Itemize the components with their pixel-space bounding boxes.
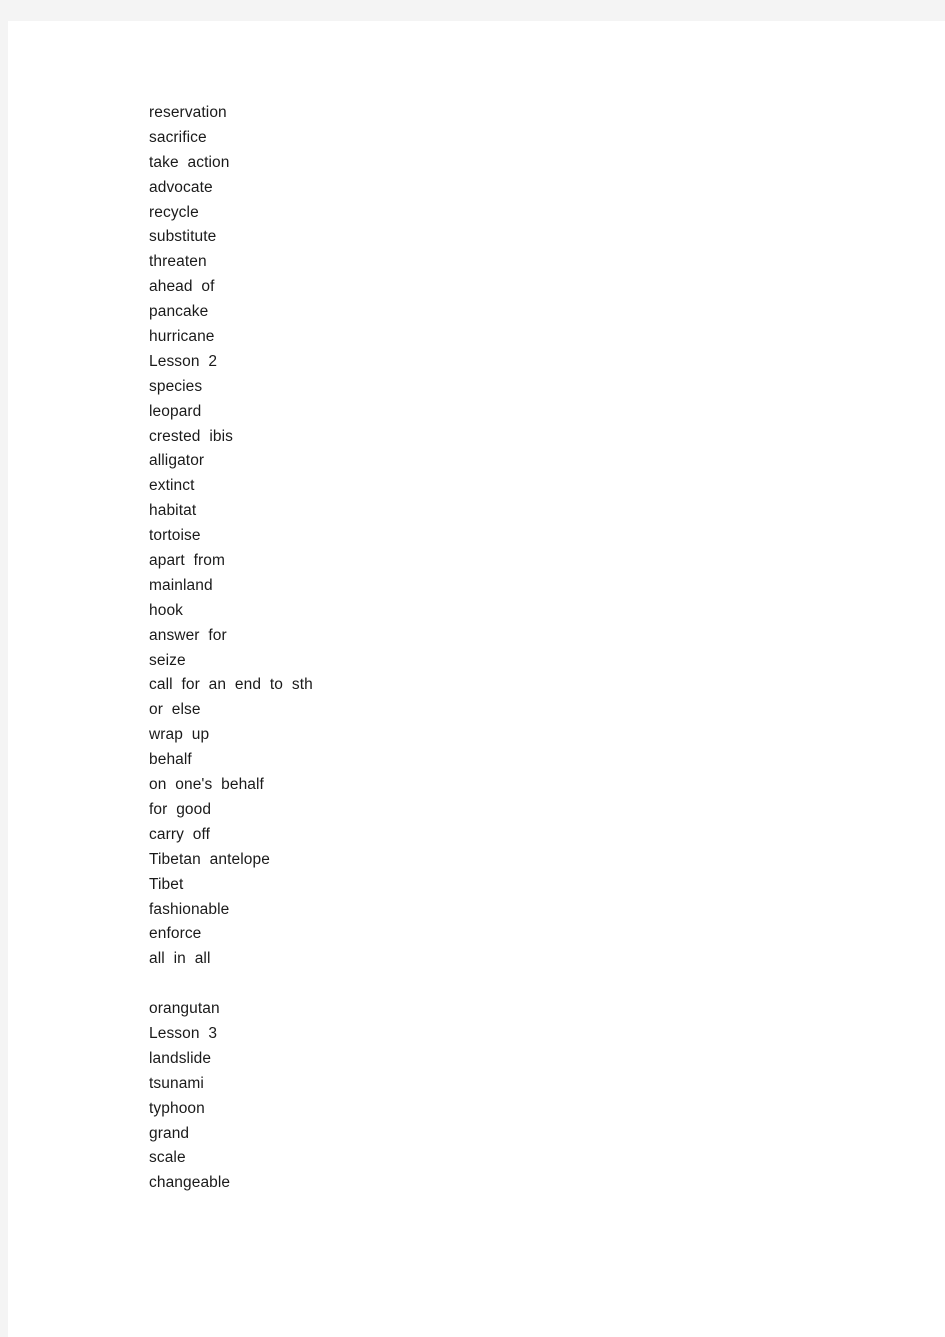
word-list-item: advocate: [149, 178, 213, 196]
word-list-item: Tibetan antelope: [149, 850, 270, 868]
word-list-item: mainland: [149, 576, 213, 594]
word-list-item: leopard: [149, 402, 202, 420]
word-list-item: tortoise: [149, 527, 201, 545]
word-list-item: changeable: [149, 1174, 231, 1192]
word-list-item: extinct: [149, 477, 195, 495]
word-list-item: reservation: [149, 104, 227, 121]
word-list-item: recycle: [149, 203, 199, 221]
word-list-item: habitat: [149, 502, 197, 520]
vocabulary-word-list: reservation sacrifice take action advocate r…: [149, 101, 849, 1196]
word-list-item: typhoon: [149, 1099, 205, 1117]
word-list-item: ahead of: [149, 278, 215, 296]
word-list-item: all in all: [149, 950, 211, 968]
word-list-item: seize: [149, 651, 186, 669]
word-list-item: for good: [149, 800, 212, 818]
word-list-item: behalf: [149, 751, 192, 769]
word-list-item: alligator: [149, 452, 205, 470]
word-list-item: tsunami: [149, 1074, 204, 1092]
word-list-item: on one's behalf: [149, 776, 264, 794]
word-list-item: sacrifice: [149, 128, 207, 146]
word-list-item: scale: [149, 1149, 186, 1167]
word-list-item: apart from: [149, 552, 226, 570]
word-list-item: threaten: [149, 253, 207, 271]
word-list-item: take action: [149, 153, 230, 171]
word-list-item: crested ibis: [149, 427, 233, 445]
word-list-item: carry off: [149, 825, 211, 843]
word-list-item: hook: [149, 601, 184, 619]
word-list-item: Tibet: [149, 875, 184, 893]
word-list-item: answer for: [149, 626, 227, 644]
word-list-item: hurricane: [149, 328, 215, 346]
word-list-item: Lesson 2: [149, 352, 218, 370]
word-list-item: substitute: [149, 228, 217, 246]
word-list-item: or else: [149, 701, 201, 719]
word-list-item: species: [149, 377, 203, 395]
word-list-item: landslide: [149, 1049, 212, 1067]
word-list-item: wrap up: [149, 726, 210, 744]
word-list-item: Lesson 3: [149, 1024, 218, 1042]
word-list-item: pancake: [149, 303, 209, 321]
word-list-item: enforce: [149, 925, 202, 943]
word-list-item: orangutan: [149, 1000, 220, 1018]
word-list-item: call for an end to sth: [149, 676, 313, 694]
word-list-item: fashionable: [149, 900, 230, 918]
word-list-item: grand: [149, 1124, 190, 1142]
document-page: reservation sacrifice take action advocate r…: [8, 21, 945, 1337]
blank-line: [149, 972, 849, 997]
